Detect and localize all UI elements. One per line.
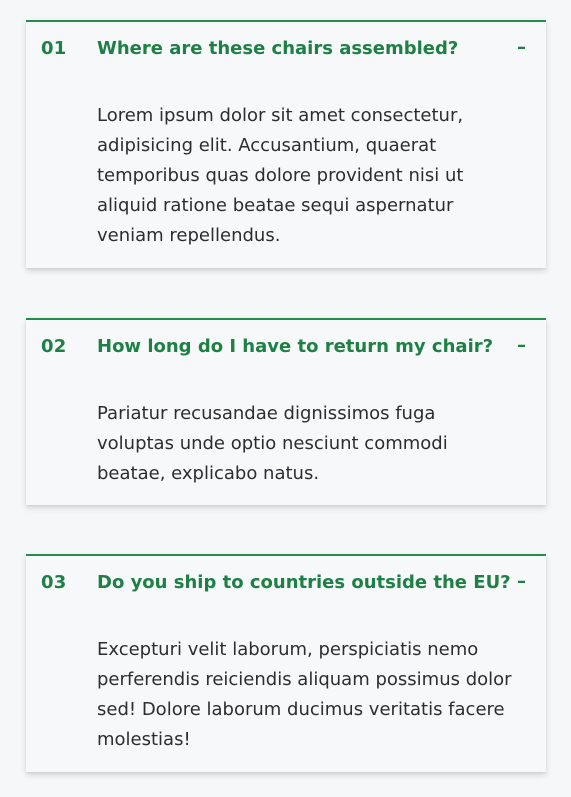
faq-question[interactable]: How long do I have to return my chair? bbox=[97, 336, 493, 357]
faq-answer: Lorem ipsum dolor sit amet consectetur, … bbox=[97, 105, 464, 246]
collapse-toggle-icon[interactable]: – bbox=[517, 571, 526, 592]
faq-answer: Pariatur recusandae dignissimos fuga vol… bbox=[97, 403, 448, 484]
faq-answer: Excepturi velit laborum, perspiciatis ne… bbox=[97, 639, 512, 750]
faq-number: 03 bbox=[41, 572, 67, 593]
faq-question[interactable]: Where are these chairs assembled? bbox=[97, 38, 458, 59]
faq-number: 01 bbox=[41, 38, 67, 59]
faq-item[interactable]: 01 Where are these chairs assembled? – L… bbox=[26, 20, 546, 268]
faq-question[interactable]: Do you ship to countries outside the EU? bbox=[97, 572, 511, 593]
faq-number: 02 bbox=[41, 336, 67, 357]
collapse-toggle-icon[interactable]: – bbox=[517, 335, 526, 356]
faq-item[interactable]: 03 Do you ship to countries outside the … bbox=[26, 554, 546, 772]
faq-item[interactable]: 02 How long do I have to return my chair… bbox=[26, 318, 546, 505]
collapse-toggle-icon[interactable]: – bbox=[517, 37, 526, 58]
